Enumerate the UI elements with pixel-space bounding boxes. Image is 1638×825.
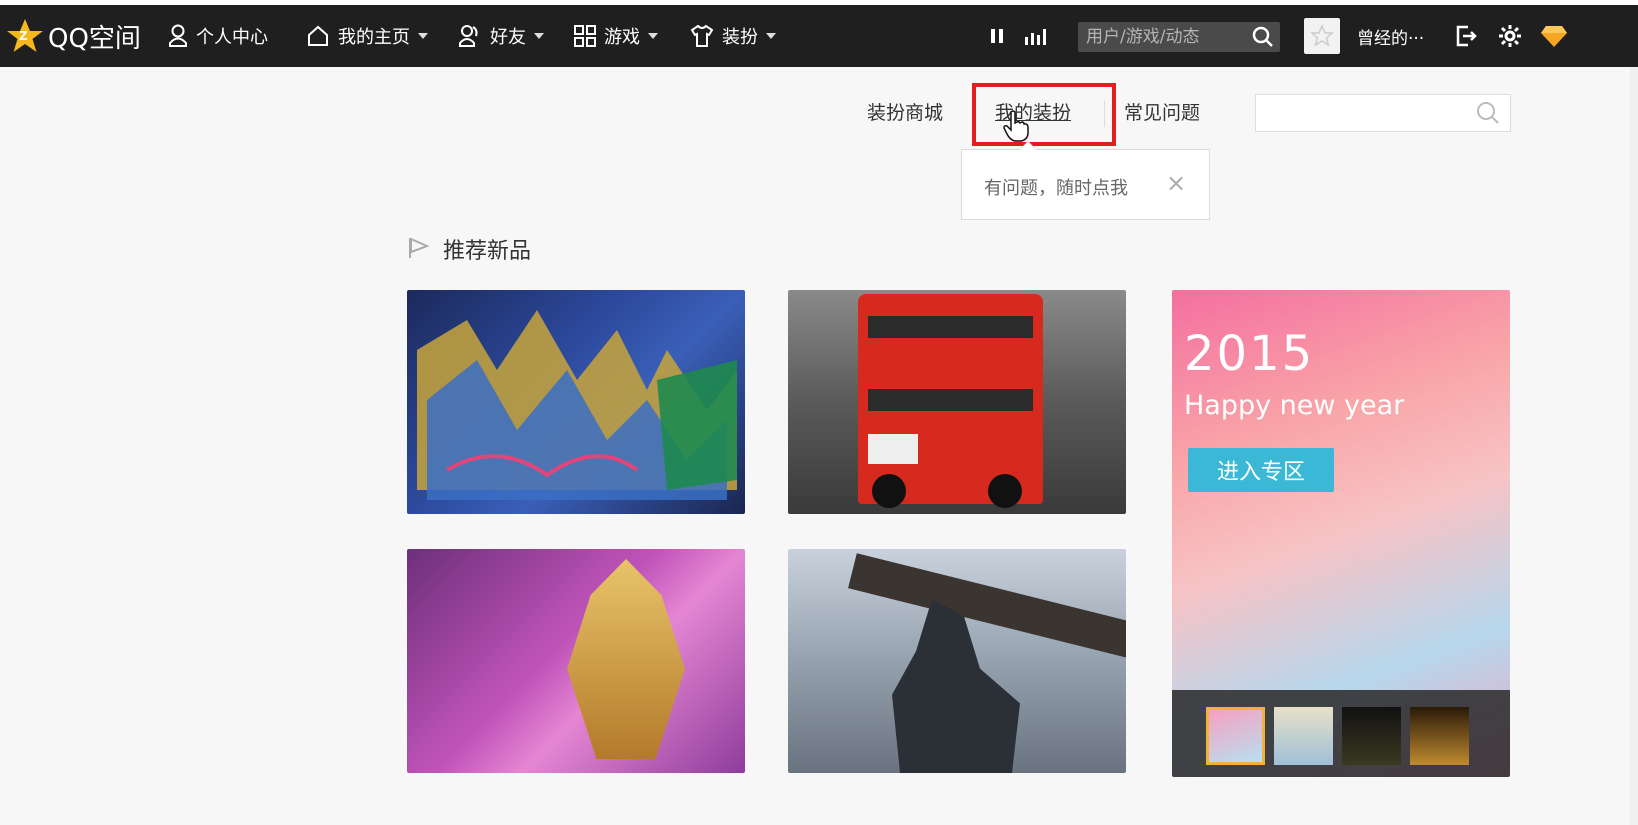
nav-friends-label: 好友	[490, 27, 526, 48]
tooltip-text: 有问题，随时点我	[984, 178, 1128, 199]
search-icon[interactable]	[1252, 26, 1274, 48]
chevron-down-icon	[418, 33, 428, 39]
promo-thumbnail-strip	[1172, 690, 1510, 777]
nav-dressup[interactable]: 装扮	[690, 5, 776, 67]
star-outline-icon	[1310, 24, 1334, 47]
flag-icon	[409, 237, 430, 258]
star-logo-icon: Z	[7, 19, 43, 52]
username[interactable]: 曾经的···	[1357, 5, 1424, 67]
page-scrollbar[interactable]	[1630, 67, 1638, 825]
chevron-down-icon	[648, 33, 658, 39]
nav-dressup-label: 装扮	[722, 27, 758, 48]
subnav-dressup-mall[interactable]: 装扮商城	[867, 98, 943, 125]
theme-tile-london-bus[interactable]	[788, 290, 1126, 514]
nav-search-input[interactable]	[1086, 22, 1246, 52]
promo-thumb-1[interactable]	[1206, 707, 1265, 765]
close-icon[interactable]: ×	[1166, 170, 1186, 196]
pause-icon	[991, 29, 1003, 43]
grid-icon	[574, 25, 596, 47]
highlight-annotation	[972, 83, 1116, 146]
dressup-search-input[interactable]	[1264, 95, 1464, 131]
qzone-logo[interactable]: Z QQ空间	[6, 5, 141, 67]
logout-icon	[1456, 25, 1477, 47]
search-icon[interactable]	[1476, 101, 1500, 125]
promo-banner-newyear[interactable]: 2015 Happy new year 进入专区	[1172, 290, 1510, 777]
chevron-down-icon	[766, 33, 776, 39]
dressup-search	[1255, 94, 1511, 132]
person-icon	[169, 24, 187, 47]
section-title: 推荐新品	[443, 239, 532, 264]
nav-my-home[interactable]: 我的主页	[306, 5, 428, 67]
avatar[interactable]	[1304, 18, 1340, 54]
logout-button[interactable]	[1454, 5, 1478, 67]
vip-diamond-button[interactable]	[1540, 5, 1568, 67]
help-tooltip[interactable]: 有问题，随时点我 ×	[961, 141, 1210, 220]
promo-thumb-2[interactable]	[1274, 707, 1333, 765]
settings-button[interactable]	[1498, 5, 1522, 67]
mask-artwork	[567, 559, 685, 759]
bridge-artwork	[848, 553, 1126, 661]
pause-button[interactable]	[990, 5, 1004, 67]
subnav-faq[interactable]: 常见问题	[1124, 98, 1200, 125]
gear-icon	[1499, 25, 1521, 47]
chevron-down-icon	[534, 33, 544, 39]
friends-icon	[459, 25, 478, 47]
shirt-icon	[690, 24, 714, 47]
nav-games[interactable]: 游戏	[574, 5, 658, 67]
home-icon	[308, 25, 328, 46]
logo-text: QQ空间	[48, 23, 141, 54]
nav-my-home-label: 我的主页	[338, 27, 410, 48]
music-bars-button[interactable]	[1024, 5, 1048, 67]
hand-cursor-icon	[1003, 110, 1029, 142]
nav-games-label: 游戏	[604, 27, 640, 48]
top-navbar: Z QQ空间 个人中心 我的主页 好友 游戏 装扮 曾经的···	[0, 5, 1638, 67]
nav-friends[interactable]: 好友	[458, 5, 544, 67]
nav-personal-center-label: 个人中心	[196, 27, 268, 48]
graffiti-artwork	[417, 310, 737, 500]
promo-year: 2015	[1184, 326, 1315, 382]
promo-thumb-3[interactable]	[1342, 707, 1401, 765]
bus-artwork	[858, 294, 1043, 508]
svg-text:Z: Z	[19, 29, 28, 43]
nav-personal-center[interactable]: 个人中心	[168, 5, 268, 67]
diamond-icon	[1541, 26, 1567, 47]
enter-zone-button[interactable]: 进入专区	[1188, 448, 1334, 492]
nav-search	[1078, 22, 1280, 52]
theme-tile-graffiti[interactable]	[407, 290, 745, 514]
equalizer-icon	[1025, 29, 1046, 45]
theme-tile-zodiac-mask[interactable]	[407, 549, 745, 773]
promo-thumb-4[interactable]	[1410, 707, 1469, 765]
promo-message: Happy new year	[1184, 390, 1405, 421]
theme-tile-apes[interactable]	[788, 549, 1126, 773]
